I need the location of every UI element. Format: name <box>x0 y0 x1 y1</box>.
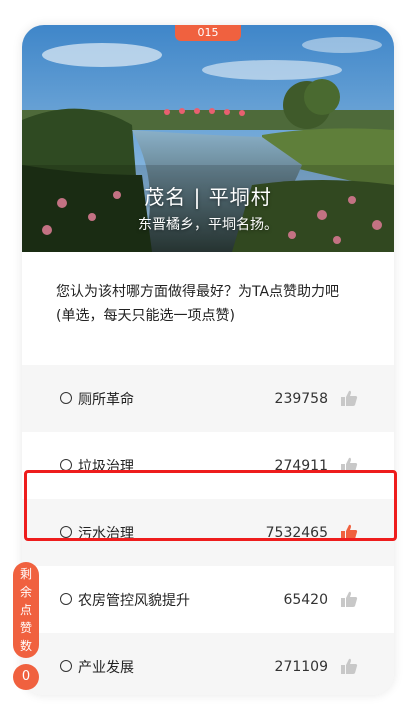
radio-circle-icon[interactable] <box>60 526 72 538</box>
remaining-label-char: 赞 <box>19 621 32 635</box>
remaining-label-char: 数 <box>19 639 32 653</box>
vote-question-line: 您认为该村哪方面做得最好？为TA点赞助力吧 <box>56 284 340 300</box>
vote-rule-text: (单选，每天只能选一项点赞) <box>56 308 235 324</box>
remaining-likes-count: 0 <box>13 664 39 690</box>
option-vote-count: 239758 <box>274 390 328 407</box>
option-label: 农房管控风貌提升 <box>78 592 190 609</box>
hero-banner: 茂名 | 平垌村 东晋橘乡，平垌名扬。 <box>22 25 394 252</box>
option-label: 垃圾治理 <box>78 458 134 475</box>
vote-question: 您认为该村哪方面做得最好？为TA点赞助力吧 (单选，每天只能选一项点赞) <box>56 280 376 328</box>
radio-circle-icon[interactable] <box>60 459 72 471</box>
radio-circle-icon[interactable] <box>60 392 72 404</box>
option-vote-count: 65420 <box>283 591 328 608</box>
remaining-label-char: 余 <box>19 585 32 599</box>
village-title: 茂名 | 平垌村 <box>144 185 272 209</box>
thumbs-up-icon[interactable] <box>340 389 358 407</box>
remaining-likes-label: 剩 余 点 赞 数 <box>13 562 39 658</box>
thumbs-up-icon[interactable] <box>340 456 358 474</box>
thumbs-up-icon[interactable] <box>340 590 358 608</box>
vote-option[interactable]: 垃圾治理 274911 <box>22 432 394 499</box>
vote-options-list: 厕所革命 239758 垃圾治理 274911 污水治理 7532465 农房管… <box>22 365 394 695</box>
remaining-label-char: 点 <box>19 603 32 617</box>
option-label: 污水治理 <box>78 525 134 542</box>
vote-option[interactable]: 产业发展 271109 <box>22 633 394 695</box>
remaining-label-char: 剩 <box>19 567 32 581</box>
thumbs-up-icon[interactable] <box>340 657 358 675</box>
thumbs-up-icon[interactable] <box>340 523 358 541</box>
village-slogan: 东晋橘乡，平垌名扬。 <box>138 217 278 233</box>
vote-option[interactable]: 厕所革命 239758 <box>22 365 394 432</box>
option-vote-count: 274911 <box>274 457 328 474</box>
village-card: 茂名 | 平垌村 东晋橘乡，平垌名扬。 您认为该村哪方面做得最好？为TA点赞助力… <box>22 25 394 695</box>
card-number-badge: 015 <box>175 25 241 41</box>
option-label: 厕所革命 <box>78 391 134 408</box>
vote-option-selected[interactable]: 污水治理 7532465 <box>22 499 394 566</box>
option-vote-count: 271109 <box>274 658 328 675</box>
option-label: 产业发展 <box>78 659 134 676</box>
option-vote-count: 7532465 <box>265 524 328 541</box>
radio-circle-icon[interactable] <box>60 660 72 672</box>
vote-option[interactable]: 农房管控风貌提升 65420 <box>22 566 394 633</box>
radio-circle-icon[interactable] <box>60 593 72 605</box>
